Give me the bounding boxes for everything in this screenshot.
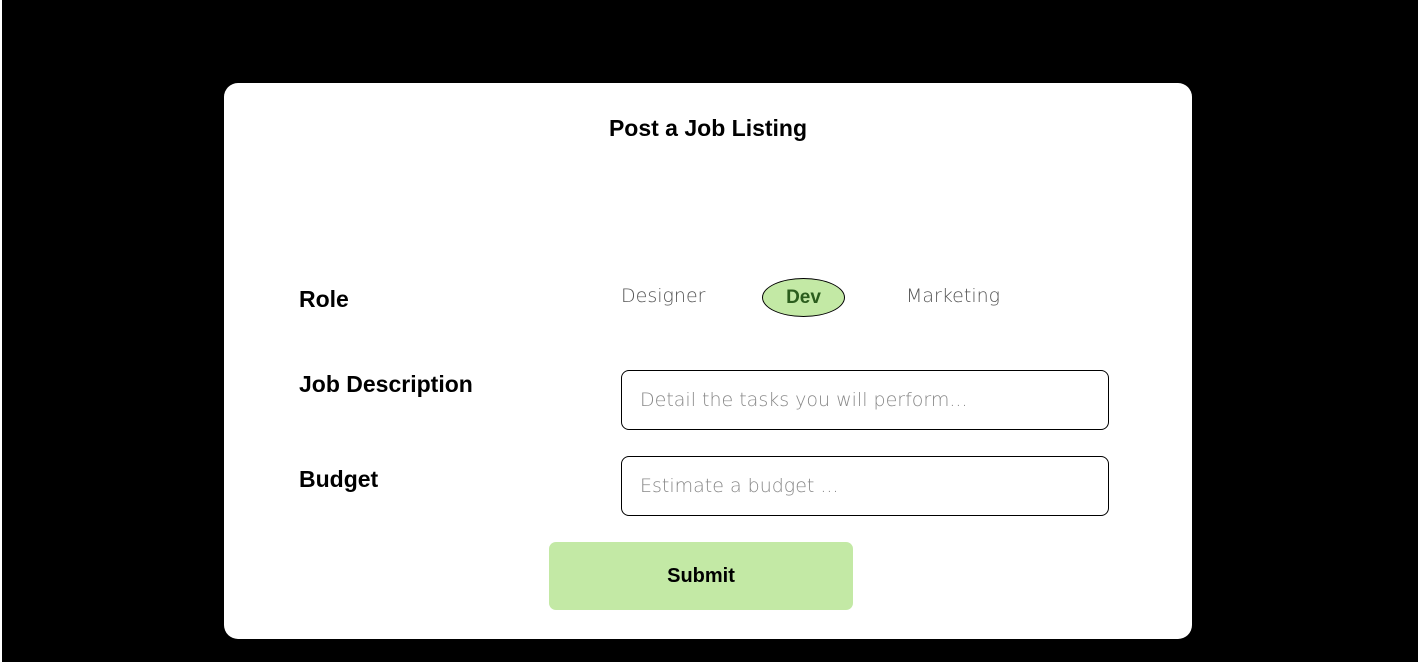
page-title: Post a Job Listing — [608, 115, 808, 141]
job-description-input[interactable] — [621, 370, 1109, 430]
budget-label: Budget — [299, 466, 379, 492]
role-option-designer[interactable]: Designer — [621, 285, 705, 307]
submit-button[interactable]: Submit — [549, 542, 853, 610]
window-edge — [0, 0, 2, 662]
role-option-dev[interactable]: Dev — [762, 278, 845, 317]
role-option-marketing[interactable]: Marketing — [906, 285, 1000, 307]
budget-input[interactable] — [621, 456, 1109, 516]
job-listing-card: Post a Job Listing Role Designer Dev Mar… — [224, 83, 1192, 639]
role-label: Role — [299, 286, 349, 312]
job-description-label: Job Description — [299, 371, 473, 397]
